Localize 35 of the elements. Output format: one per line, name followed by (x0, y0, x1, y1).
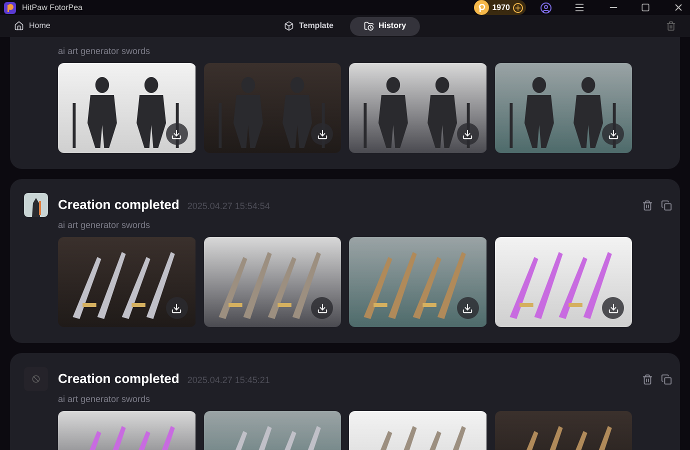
cube-icon (284, 21, 294, 32)
close-icon[interactable] (673, 2, 684, 14)
app-logo-icon (4, 2, 16, 14)
download-icon (608, 302, 618, 314)
menu-icon[interactable] (574, 2, 585, 14)
delete-icon[interactable] (642, 374, 653, 385)
folder-icon (363, 21, 374, 32)
blocked-icon (32, 375, 40, 384)
clear-history-icon[interactable] (666, 21, 676, 32)
prompt-text: ai art generator swords (58, 44, 152, 58)
home-button[interactable]: Home (14, 20, 50, 32)
add-coins-icon[interactable] (513, 2, 523, 13)
card-title: Creation completed (58, 196, 180, 214)
download-icon (171, 302, 182, 314)
download-icon (316, 128, 328, 140)
copy-icon[interactable] (661, 374, 672, 385)
copy-icon[interactable] (661, 200, 672, 211)
maximize-icon[interactable] (641, 3, 650, 12)
download-icon (316, 302, 328, 314)
delete-icon[interactable] (642, 200, 653, 211)
tab[interactable]: Template (270, 16, 348, 36)
home-icon (14, 21, 24, 32)
card-title: Creation completed (58, 370, 180, 388)
coin-count: 1970 (492, 2, 510, 14)
tab[interactable]: History (349, 16, 420, 36)
coin-icon (478, 4, 486, 12)
prompt-text: ai art generator swords (58, 392, 152, 406)
download-icon (608, 128, 618, 140)
download-icon (462, 128, 473, 140)
prompt-text: ai art generator swords (58, 218, 152, 232)
coin-balance[interactable]: 1970 (474, 0, 526, 16)
download-icon (462, 302, 473, 314)
account-icon[interactable] (540, 2, 552, 14)
download-icon (171, 128, 182, 140)
window-title: HitPaw FotorPea (22, 2, 82, 14)
